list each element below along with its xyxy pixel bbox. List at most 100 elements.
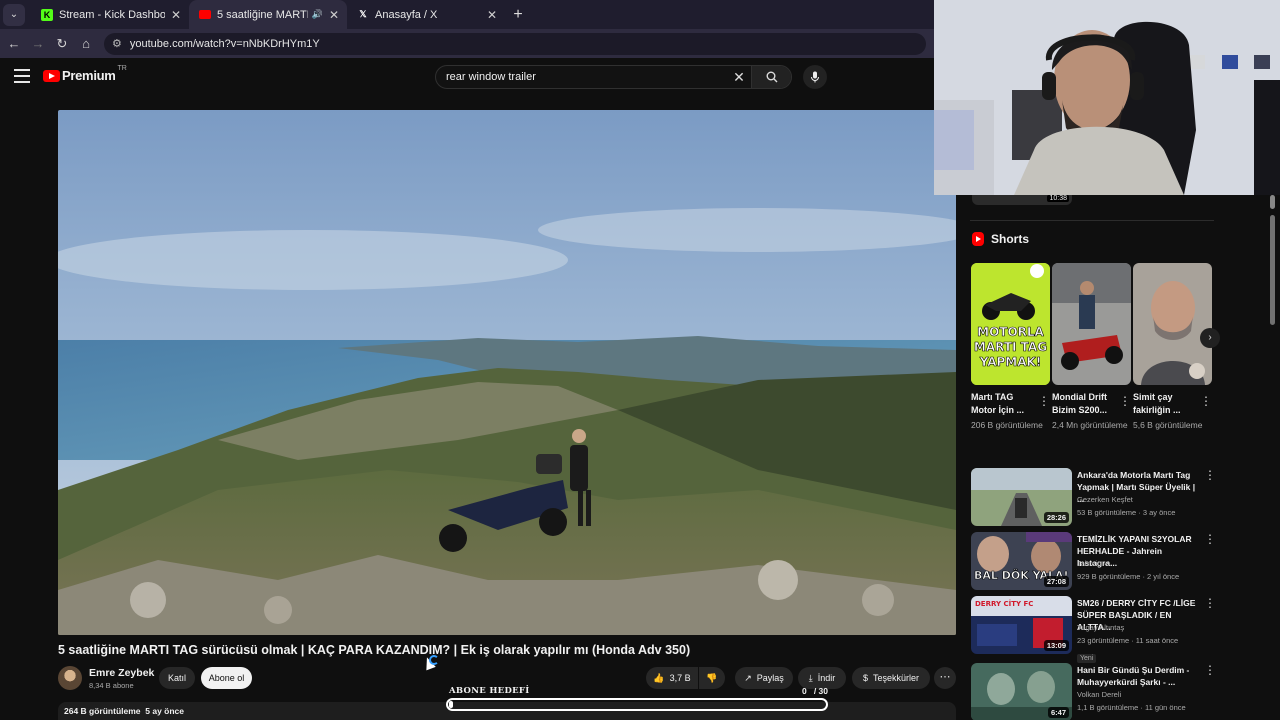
speaker-icon[interactable]: 🔊 <box>312 9 323 20</box>
thanks-button[interactable]: $ Teşekkürler <box>852 667 930 689</box>
tab-youtube[interactable]: 5 saatliğine MARTI TAG sür 🔊 ✕ <box>189 0 347 29</box>
short-item[interactable]: MOTORLA MARTI TAG YAPMAK! Martı TAG Moto… <box>971 263 1050 431</box>
search-button[interactable] <box>751 66 791 88</box>
recommended-video[interactable]: BAL DÖK YALA! 27:08 TEMİZLİK YAPANI S2YO… <box>971 532 1216 590</box>
share-icon: ↗ <box>744 672 752 683</box>
like-icon: 👍 <box>653 672 665 683</box>
more-vert-icon[interactable]: ⋮ <box>1038 394 1050 408</box>
goal-target: / 30 <box>813 686 828 696</box>
close-icon[interactable]: ✕ <box>329 8 339 22</box>
microphone-icon <box>811 71 819 83</box>
chevron-right-icon[interactable]: › <box>1200 328 1220 348</box>
goal-count: 0 / 30 <box>802 686 828 696</box>
youtube-icon <box>43 69 60 82</box>
video-player[interactable] <box>58 110 956 635</box>
download-label: İndir <box>817 673 836 683</box>
more-vert-icon[interactable]: ⋮ <box>1204 532 1216 546</box>
video-title: 5 saatliğine MARTI TAG sürücüsü olmak | … <box>58 643 691 657</box>
subscribe-button[interactable]: Abone ol <box>201 667 252 689</box>
search-input[interactable]: rear window trailer <box>436 71 727 83</box>
shorts-icon <box>972 232 984 246</box>
video-thumbnail[interactable]: 6:47 <box>971 663 1072 720</box>
recommendations-sidebar: 10:38 Shorts MOTORLA MARTI TAG YAPMAK! M… <box>962 195 1220 720</box>
forward-icon[interactable]: → <box>26 36 50 51</box>
video-frame <box>58 110 956 635</box>
menu-icon[interactable] <box>14 69 30 83</box>
thanks-label: Teşekkürler <box>873 673 920 683</box>
channel-name[interactable]: Volkan Dereli <box>1077 690 1121 699</box>
home-icon[interactable]: ⌂ <box>74 36 98 51</box>
duration-badge: 6:47 <box>1047 707 1069 718</box>
view-count: 264 B görüntüleme <box>64 706 141 716</box>
reload-icon[interactable]: ↻ <box>50 36 74 52</box>
new-tab-button[interactable]: + <box>505 6 531 24</box>
voice-search-button[interactable] <box>803 65 827 89</box>
previous-video-thumbnail[interactable]: 10:38 <box>972 195 1072 205</box>
short-thumb-image <box>1133 263 1212 385</box>
search-box[interactable]: rear window trailer ✕ <box>435 65 792 89</box>
video-meta: 929 B görüntüleme · 2 yıl önce <box>1077 572 1180 581</box>
short-views: 5,6 B görüntüleme <box>1133 420 1203 430</box>
browser-toolbar: ← → ↻ ⌂ ⚙ youtube.com/watch?v=nNbKDrHYm1… <box>0 29 934 58</box>
download-icon: ⤓ <box>808 672 813 683</box>
more-vert-icon[interactable]: ⋮ <box>1204 468 1216 482</box>
duration-badge: 28:26 <box>1043 512 1069 523</box>
channel-name[interactable]: Emre Zeybek <box>89 667 154 679</box>
video-thumbnail[interactable]: BAL DÖK YALA! 27:08 <box>971 532 1072 590</box>
x-icon: 𝕏 <box>359 9 367 19</box>
join-button[interactable]: Katıl <box>159 667 195 689</box>
close-icon[interactable]: ✕ <box>171 8 181 22</box>
country-code: TR <box>117 65 127 72</box>
short-thumbnail[interactable]: MOTORLA MARTI TAG YAPMAK! <box>971 263 1050 385</box>
short-item[interactable]: Simit çay fakirliğin ... 5,6 B görüntüle… <box>1133 263 1212 431</box>
shorts-title: Shorts <box>991 232 1030 246</box>
share-label: Paylaş <box>756 673 784 683</box>
screen: ⌄ K Stream - Kick Dashboard ✕ 5 saatliği… <box>0 0 1280 720</box>
tab-x[interactable]: 𝕏 Anasayfa / X ✕ <box>347 0 505 29</box>
short-title[interactable]: Martı TAG Motor İçin ... <box>971 391 1033 417</box>
channel-name[interactable]: Jahrein ✔ <box>1077 559 1110 568</box>
more-vert-icon[interactable]: ⋮ <box>1204 663 1216 677</box>
short-thumbnail[interactable] <box>1133 263 1212 385</box>
more-vert-icon[interactable]: ⋮ <box>1200 394 1212 408</box>
channel-name[interactable]: Gezerken Keşfet <box>1077 495 1133 504</box>
channel-name[interactable]: Tugay Altıntaş <box>1077 623 1124 632</box>
tab-label: 5 saatliğine MARTI TAG sür <box>217 8 308 21</box>
new-badge: Yeni <box>1077 654 1097 663</box>
search-icon <box>766 71 777 83</box>
tab-label: Anasayfa / X <box>375 8 438 21</box>
close-icon[interactable]: ✕ <box>487 8 497 22</box>
short-title[interactable]: Simit çay fakirliğin ... <box>1133 391 1195 417</box>
recommended-video[interactable]: 28:26 Ankara'da Motorla Martı Tag Yapmak… <box>971 468 1216 526</box>
short-overlay-line: YAPMAK! <box>979 355 1042 370</box>
video-title[interactable]: Hani Bir Gündü Şu Derdim - Muhayyerkürdi… <box>1077 664 1201 688</box>
address-bar[interactable]: ⚙ youtube.com/watch?v=nNbKDrHYm1Y <box>104 32 926 55</box>
tab-search-button[interactable]: ⌄ <box>3 3 25 26</box>
more-vert-icon[interactable]: ⋮ <box>1119 394 1131 408</box>
tab-kick[interactable]: K Stream - Kick Dashboard ✕ <box>31 0 189 29</box>
like-count: 3,7 B <box>669 673 691 683</box>
short-item[interactable]: Mondial Drift Bizim S200... 2,4 Mn görün… <box>1052 263 1131 431</box>
video-thumbnail[interactable]: DERRY CİTY FC 13:09 <box>971 596 1072 654</box>
youtube-header: Premium TR rear window trailer ✕ <box>0 58 934 98</box>
recommended-video[interactable]: 6:47 Hani Bir Gündü Şu Derdim - Muhayyer… <box>971 663 1216 720</box>
scrollbar-thumb[interactable] <box>1270 215 1275 325</box>
recommended-video[interactable]: DERRY CİTY FC 13:09 SM26 / DERRY CİTY FC… <box>971 596 1216 663</box>
back-icon[interactable]: ← <box>2 36 26 51</box>
kick-icon: K <box>41 8 53 21</box>
short-thumbnail[interactable] <box>1052 263 1131 385</box>
site-info-icon[interactable]: ⚙ <box>112 37 122 50</box>
subscriber-count: 8,34 B abone <box>89 681 134 690</box>
scrollbar-arrow[interactable] <box>1270 195 1275 209</box>
more-actions-button[interactable]: ⋯ <box>934 667 956 689</box>
channel-avatar[interactable] <box>58 666 82 690</box>
video-thumbnail[interactable]: 28:26 <box>971 468 1072 526</box>
short-title[interactable]: Mondial Drift Bizim S200... <box>1052 391 1114 417</box>
video-meta: 1,1 B görüntüleme · 11 gün önce <box>1077 703 1186 712</box>
duration-badge: 10:38 <box>1047 195 1069 202</box>
short-views: 2,4 Mn görüntüleme <box>1052 420 1128 430</box>
clear-search-icon[interactable]: ✕ <box>727 69 751 86</box>
more-vert-icon[interactable]: ⋮ <box>1204 596 1216 610</box>
goal-label: ABONE HEDEFİ <box>449 686 530 696</box>
youtube-logo[interactable]: Premium TR <box>43 65 127 83</box>
